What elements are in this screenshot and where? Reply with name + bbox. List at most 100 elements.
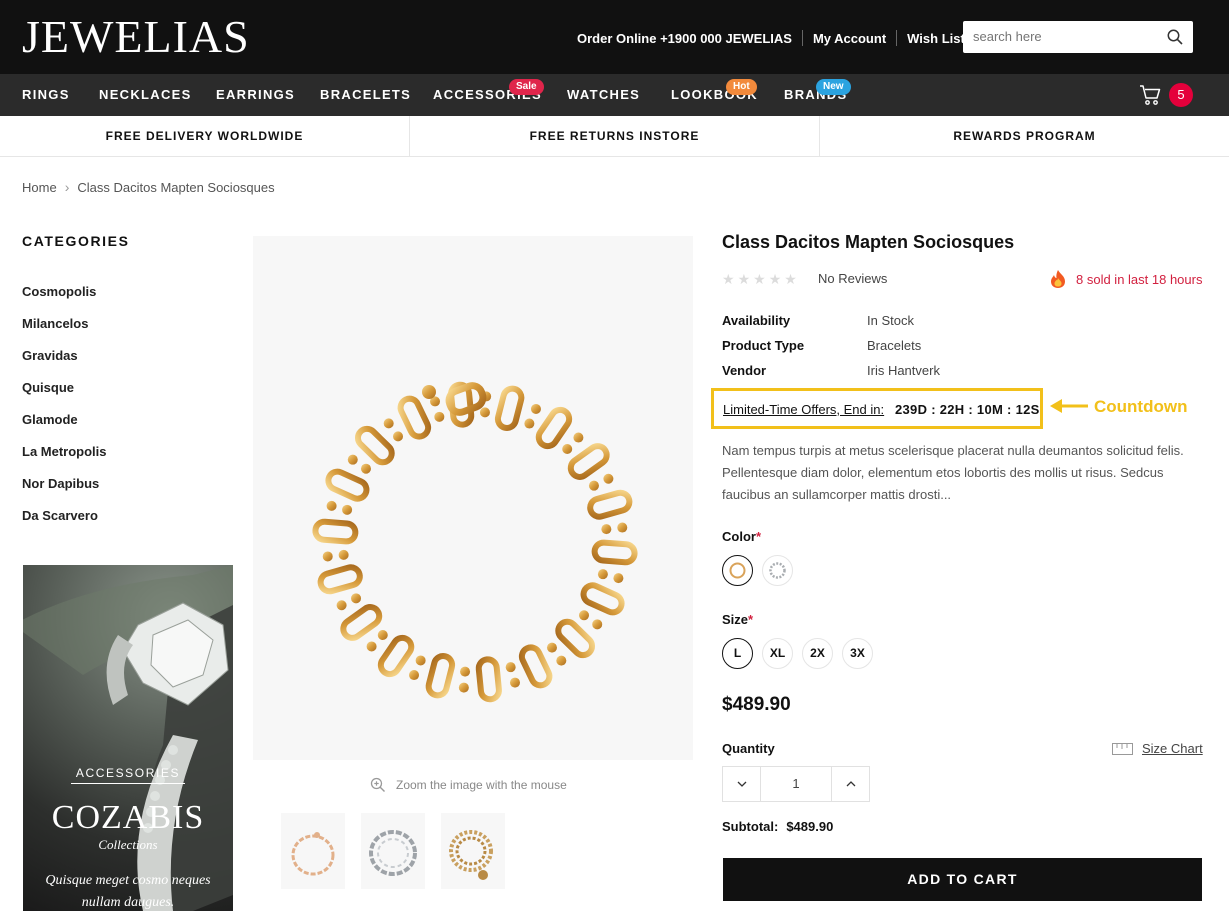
chevron-right-icon: ›: [64, 179, 70, 195]
top-header: JEWELIAS Order Online +1900 000 JEWELIAS…: [0, 0, 1229, 74]
chain-bead: [434, 411, 445, 422]
search-input[interactable]: [963, 21, 1153, 51]
chevron-down-icon: [737, 781, 746, 787]
color-swatch-gold[interactable]: [722, 555, 753, 586]
size-option-l[interactable]: L: [722, 638, 753, 669]
benefits-bar: FREE DELIVERY WORLDWIDE FREE RETURNS INS…: [0, 116, 1229, 157]
zoom-icon: [370, 777, 385, 792]
cart-count-badge[interactable]: 5: [1169, 83, 1193, 107]
category-item[interactable]: Nor Dapibus: [22, 476, 107, 508]
chain-bead: [479, 407, 490, 418]
chain-bead: [366, 641, 377, 652]
chain-bead: [415, 655, 426, 666]
chain-bead: [556, 655, 567, 666]
chain-bead: [377, 630, 388, 641]
top-links: Order Online +1900 000 JEWELIAS My Accou…: [577, 30, 972, 46]
breadcrumb-home[interactable]: Home: [22, 180, 57, 195]
promo-text: Quisque meget cosmo neques nullam daugue…: [45, 873, 211, 910]
rating-stars[interactable]: ★ ★ ★ ★ ★: [722, 271, 797, 288]
chain-bead: [360, 463, 371, 474]
chain-bead: [588, 480, 599, 491]
thumbnail[interactable]: [281, 813, 345, 889]
size-label: Size*: [722, 612, 753, 627]
star-icon: ★: [784, 271, 797, 287]
logo[interactable]: JEWELIAS: [22, 14, 250, 60]
color-swatch-silver[interactable]: [762, 555, 793, 586]
promo-subtitle: Collections: [98, 837, 158, 852]
ring-image: [23, 565, 233, 911]
nav-label: RINGS: [22, 87, 70, 102]
promo-brand: COZABIS: [51, 799, 205, 836]
chain-link: [494, 385, 525, 431]
new-badge: New: [816, 79, 851, 95]
chain-bead: [458, 682, 469, 693]
chain-bead: [393, 431, 404, 442]
chain-bead: [592, 619, 603, 630]
chain-link: [580, 582, 625, 616]
nav-bracelets[interactable]: BRACELETS: [320, 87, 411, 102]
fire-icon: [1051, 270, 1065, 288]
divider: [896, 30, 898, 46]
chain-bead: [351, 593, 362, 604]
nav-accessories[interactable]: ACCESSORIES Sale: [433, 79, 544, 102]
breadcrumb: Home › Class Dacitos Mapten Sociosques: [22, 179, 275, 195]
chain-link: [591, 539, 638, 566]
size-chart-link[interactable]: Size Chart: [1112, 741, 1203, 756]
chain-bead: [603, 473, 614, 484]
spec-availability: Availability In Stock: [722, 313, 914, 328]
reviews-count[interactable]: No Reviews: [818, 271, 887, 286]
thumbnail[interactable]: [441, 813, 505, 889]
spec-value[interactable]: Iris Hantverk: [867, 363, 940, 378]
size-option-2x[interactable]: 2X: [802, 638, 833, 669]
spec-value[interactable]: Bracelets: [867, 338, 921, 353]
search-box: [963, 21, 1193, 53]
category-item[interactable]: Cosmopolis: [22, 284, 107, 316]
quantity-increase-button[interactable]: [832, 767, 869, 801]
nav-necklaces[interactable]: NECKLACES: [99, 87, 192, 102]
chain-bead: [509, 677, 520, 688]
gold-charm-bracelet-thumb: [449, 830, 493, 880]
nav-watches[interactable]: WATCHES: [567, 87, 640, 102]
chain-link: [325, 468, 370, 502]
ruler-icon: [1112, 742, 1133, 755]
nav-earrings[interactable]: EARRINGS: [216, 87, 295, 102]
quantity-label: Quantity: [722, 741, 775, 756]
order-online-link[interactable]: Order Online +1900 000 JEWELIAS: [577, 31, 792, 46]
bracelet-image: [312, 381, 638, 703]
color-label-text: Color: [722, 529, 756, 544]
spec-key: Availability: [722, 313, 791, 328]
add-to-cart-button[interactable]: ADD TO CART: [723, 858, 1202, 901]
arrow-left-icon: [1050, 399, 1088, 413]
category-item[interactable]: Da Scarvero: [22, 508, 107, 540]
category-item[interactable]: La Metropolis: [22, 444, 107, 476]
product-title: Class Dacitos Mapten Sociosques: [722, 232, 1015, 252]
my-account-link[interactable]: My Account: [813, 31, 886, 46]
promo-banner[interactable]: ACCESSORIES COZABIS Collections Quisque …: [23, 565, 233, 911]
chain-bead: [546, 642, 557, 653]
benefit-delivery: FREE DELIVERY WORLDWIDE: [105, 129, 304, 143]
category-item[interactable]: Milancelos: [22, 316, 107, 348]
chain-bead: [579, 610, 590, 621]
cart-icon[interactable]: [1139, 84, 1161, 106]
chain-link: [312, 518, 359, 545]
nav-lookbook[interactable]: LOOKBOOK Hot: [671, 79, 758, 102]
search-icon[interactable]: [1167, 29, 1183, 45]
spec-vendor: Vendor Iris Hantverk: [722, 363, 940, 378]
nav-brands[interactable]: BRANDS New: [784, 79, 851, 102]
size-option-xl[interactable]: XL: [762, 638, 793, 669]
main-product-image[interactable]: [253, 236, 693, 760]
subtotal: Subtotal: $489.90: [722, 819, 833, 834]
countdown-annotation: Countdown: [1094, 397, 1188, 416]
nav-label: EARRINGS: [216, 87, 296, 102]
size-option-3x[interactable]: 3X: [842, 638, 873, 669]
category-item[interactable]: Glamode: [22, 412, 107, 444]
chain-bead: [617, 522, 628, 533]
spec-product-type: Product Type Bracelets: [722, 338, 921, 353]
chain-bead: [383, 418, 394, 429]
quantity-input[interactable]: 1: [760, 767, 832, 801]
nav-rings[interactable]: RINGS: [22, 87, 70, 102]
category-item[interactable]: Quisque: [22, 380, 107, 412]
quantity-decrease-button[interactable]: [723, 767, 760, 801]
thumbnail[interactable]: [361, 813, 425, 889]
category-item[interactable]: Gravidas: [22, 348, 107, 380]
